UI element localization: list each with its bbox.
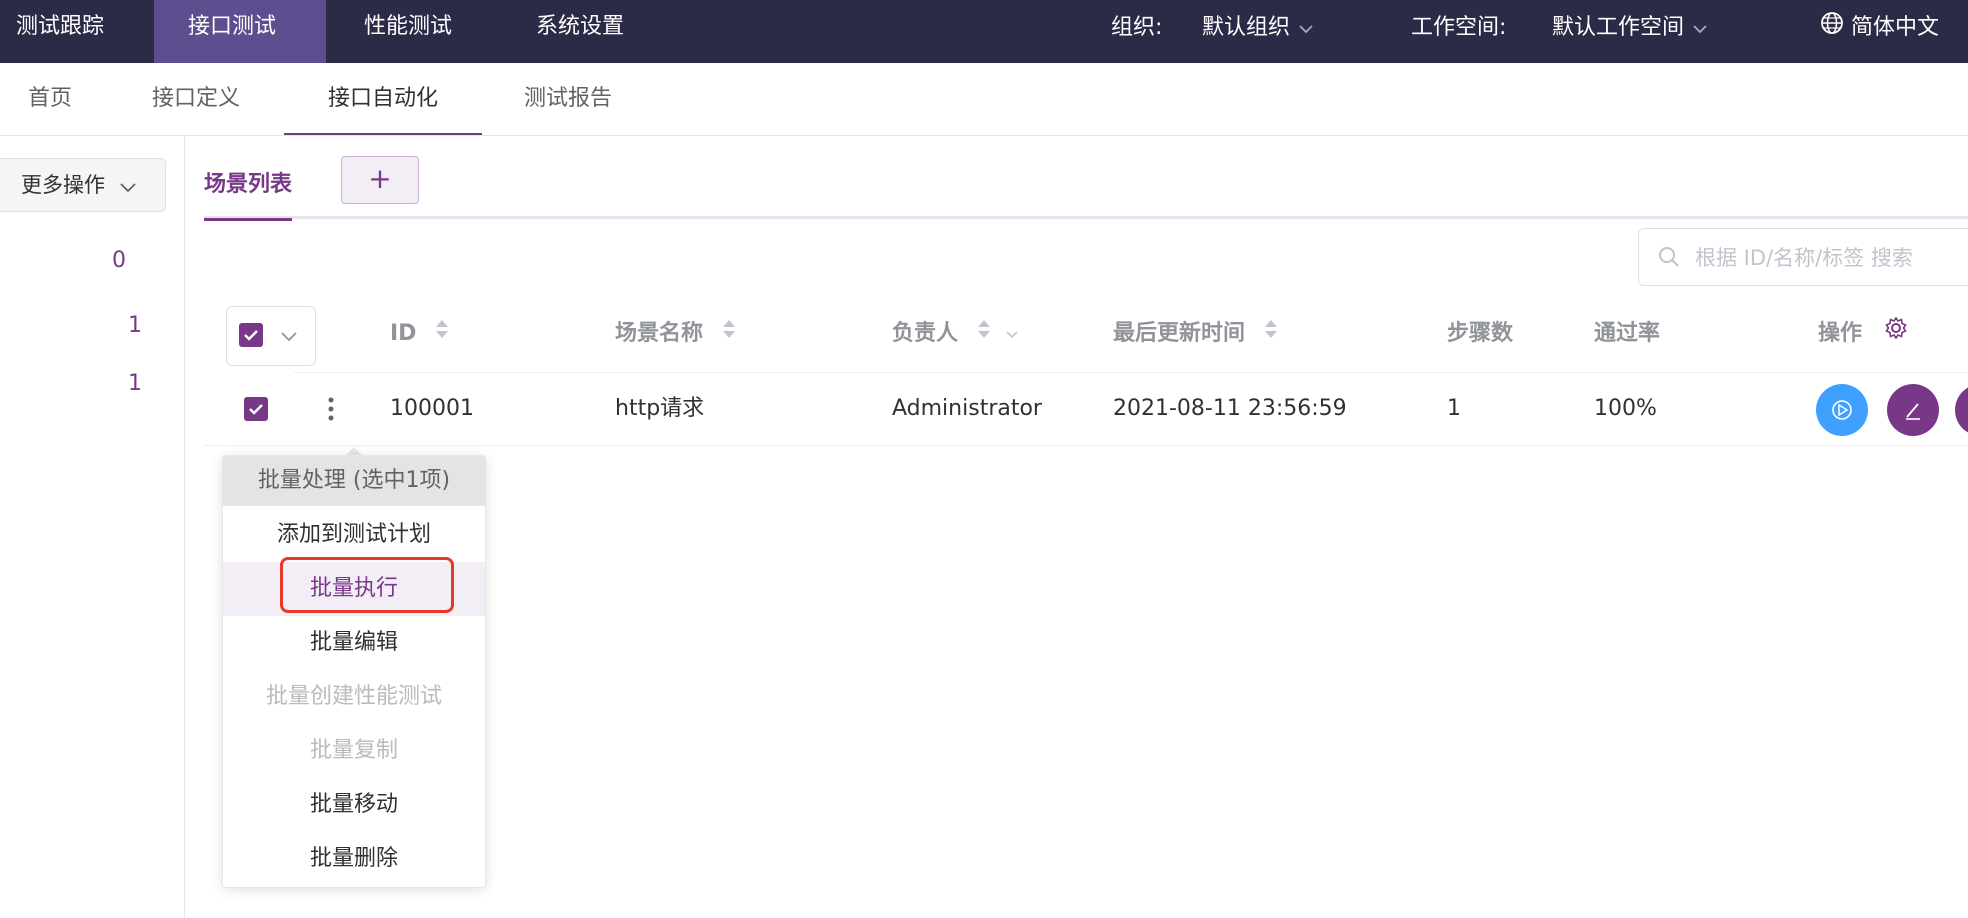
org-value: 默认组织 [1202,15,1291,40]
col-header-updated[interactable]: 最后更新时间 [1113,296,1279,372]
search-icon [1657,245,1681,273]
topnav-performance-testing[interactable]: 性能测试 [330,0,486,63]
table-row[interactable]: 100001 http请求 Administrator 2021-08-11 2… [204,373,1968,446]
org-selector[interactable]: 默认组织 [1202,0,1315,55]
search-input[interactable] [1693,239,1967,277]
col-header-name-label: 场景名称 [615,321,704,346]
select-all-checkbox[interactable] [239,323,263,347]
chevron-down-icon [279,329,299,348]
language-value: 简体中文 [1851,15,1940,40]
chevron-down-icon [1297,1,1315,56]
tab-scene-list[interactable]: 场景列表 [204,166,293,221]
col-header-updated-label: 最后更新时间 [1113,321,1246,346]
cell-steps: 1 [1447,396,1461,421]
sort-icon[interactable] [976,296,992,372]
workspace-value: 默认工作空间 [1552,15,1685,40]
col-header-ops: 操作 [1818,296,1908,372]
col-header-pass-rate: 通过率 [1594,321,1661,346]
more-actions-button[interactable]: 更多操作 [0,158,166,212]
play-icon [1832,400,1852,420]
batch-actions-menu: 批量处理 (选中1项) 添加到测试计划 批量执行 批量编辑 批量创建性能测试 批… [222,455,486,888]
language-selector[interactable]: 简体中文 [1820,0,1939,55]
sort-icon[interactable] [1263,296,1279,372]
subnav-api-automation[interactable]: 接口自动化 [284,63,482,135]
globe-icon [1820,1,1844,56]
topnav-system-settings[interactable]: 系统设置 [502,0,658,63]
col-header-steps: 步骤数 [1447,321,1514,346]
module-count: 0 [112,248,126,273]
topnav-api-testing[interactable]: 接口测试 [154,0,326,63]
select-all-dropdown[interactable] [226,306,316,366]
col-header-name[interactable]: 场景名称 [615,296,737,372]
col-header-id-label: ID [390,321,417,346]
subnav-test-report[interactable]: 测试报告 [517,63,619,133]
edit-button[interactable] [1887,384,1939,436]
menu-item-batch-move[interactable]: 批量移动 [223,778,485,832]
subnav-api-definition[interactable]: 接口定义 [146,63,246,133]
scene-tab-bar: 场景列表 + [204,136,1968,221]
row-checkbox[interactable] [244,397,268,421]
more-vertical-icon[interactable] [326,373,336,445]
module-count: 1 [128,313,142,338]
sort-icon[interactable] [721,296,737,372]
search-box [1638,228,1968,286]
sort-icon[interactable] [434,296,450,372]
menu-item-batch-delete[interactable]: 批量删除 [223,832,485,886]
menu-item-batch-copy: 批量复制 [309,738,398,763]
cell-name: http请求 [615,396,705,421]
add-tab-button[interactable]: + [341,156,419,204]
run-button[interactable] [1816,384,1868,436]
workspace-selector[interactable]: 默认工作空间 [1552,0,1709,55]
top-nav-bar: 测试跟踪 接口测试 性能测试 系统设置 组织: 默认组织 工作空间: 默认工作空… [0,0,1968,63]
filter-chevron-icon[interactable] [1005,296,1019,372]
subnav-home[interactable]: 首页 [24,63,76,133]
workspace-label: 工作空间: [1411,15,1507,40]
menu-item-batch-run[interactable]: 批量执行 [223,562,485,616]
chevron-down-icon [1691,1,1709,56]
more-actions-label: 更多操作 [21,173,105,197]
col-header-owner[interactable]: 负责人 [892,296,1019,372]
org-label: 组织: [1111,15,1163,40]
module-count: 1 [128,371,142,396]
gear-icon[interactable] [1884,296,1908,372]
menu-arrow [346,447,362,455]
col-header-id[interactable]: ID [390,296,450,372]
module-tree-panel: 更多操作 0 1 1 [0,136,185,918]
menu-item-add-to-plan[interactable]: 添加到测试计划 [223,508,485,562]
edit-icon [1906,403,1920,420]
menu-item-batch-create-perf: 批量创建性能测试 [265,684,442,709]
cell-owner: Administrator [892,396,1042,421]
sub-nav-bar: 首页 接口定义 接口自动化 测试报告 [0,63,1968,136]
menu-item-batch-edit[interactable]: 批量编辑 [223,616,485,670]
cell-id: 100001 [390,396,474,421]
cell-pass-rate: 100% [1594,396,1657,421]
col-header-ops-label: 操作 [1818,321,1863,346]
batch-menu-header: 批量处理 (选中1项) [223,456,485,506]
chevron-down-icon [118,160,138,212]
col-header-owner-label: 负责人 [892,321,959,346]
table-header-row: ID 场景名称 负责人 最后更新时间 步骤数 通过率 操作 [204,296,1968,376]
cell-updated: 2021-08-11 23:56:59 [1113,396,1347,421]
topnav-test-tracking[interactable]: 测试跟踪 [0,0,138,63]
